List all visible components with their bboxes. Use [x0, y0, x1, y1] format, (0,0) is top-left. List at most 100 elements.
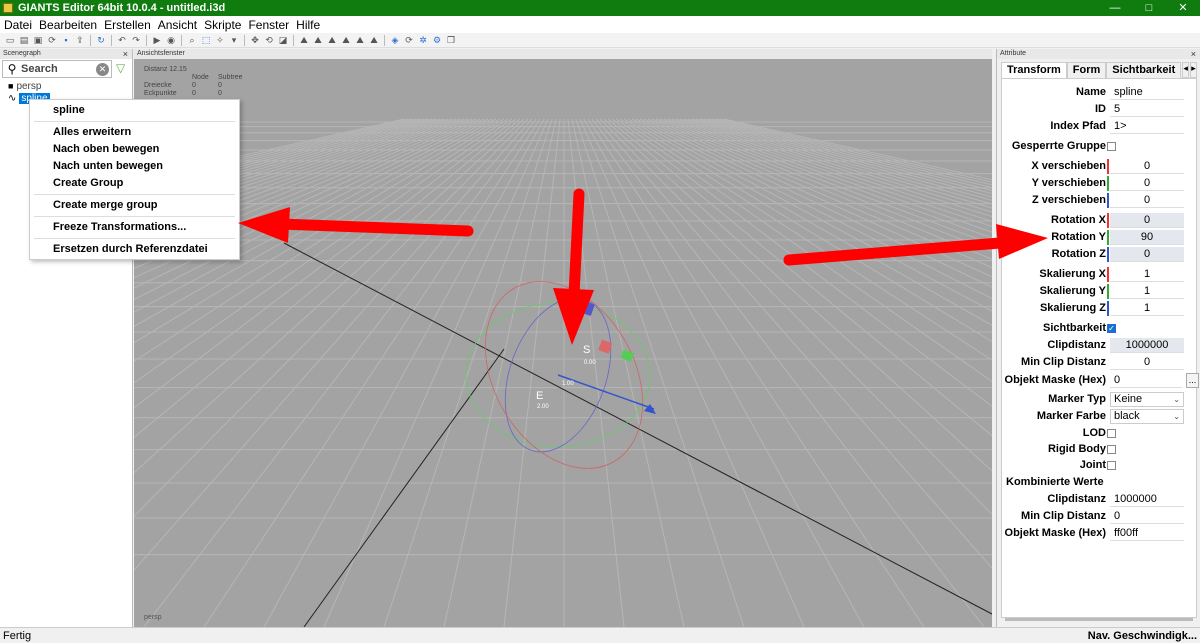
translate-z-field[interactable]: 0 — [1110, 193, 1184, 208]
translate-y-field[interactable]: 0 — [1110, 176, 1184, 191]
rotation-z-field[interactable]: 0 — [1110, 247, 1184, 262]
scale-x-field[interactable]: 1 — [1110, 267, 1184, 282]
object-mask-button[interactable]: ... — [1186, 373, 1199, 388]
close-panel-icon[interactable]: × — [123, 49, 128, 59]
redo-icon[interactable]: ↷ — [130, 35, 142, 46]
undo-icon[interactable]: ↶ — [116, 35, 128, 46]
scale-z-field[interactable]: 1 — [1110, 301, 1184, 316]
terrain-lower-icon[interactable]: ⛰ — [312, 35, 324, 46]
locked-group-checkbox[interactable] — [1107, 142, 1116, 151]
attr-label: Rotation X — [1051, 214, 1106, 226]
tab-scroll-right-icon[interactable]: ▸ — [1190, 62, 1197, 78]
rotation-x-field[interactable]: 0 — [1110, 213, 1184, 228]
menu-item-expand-all[interactable]: Alles erweitern — [53, 126, 131, 138]
menu-item-move-up[interactable]: Nach oben bewegen — [53, 143, 159, 155]
tab-form[interactable]: Form — [1066, 62, 1107, 78]
status-bar: Fertig Nav. Geschwindigk... — [0, 627, 1200, 643]
tab-visibility[interactable]: Sichtbarkeit — [1106, 62, 1182, 78]
maximize-button[interactable]: □ — [1132, 0, 1166, 16]
chevron-down-icon: ⌄ — [1173, 412, 1180, 421]
scale-icon[interactable]: ◪ — [277, 35, 289, 46]
scale-y-field[interactable]: 1 — [1110, 284, 1184, 299]
refresh-icon[interactable]: ↻ — [95, 35, 107, 46]
axis-x-marker — [1107, 213, 1109, 228]
menu-item-replace-by-reference[interactable]: Ersetzen durch Referenzdatei — [53, 243, 208, 255]
move-icon[interactable]: ✥ — [249, 35, 261, 46]
min-clip-distance-field[interactable]: 0 — [1110, 355, 1184, 370]
clip-distance-field[interactable]: 1000000 — [1110, 338, 1184, 353]
lasso-icon[interactable]: ✧ — [214, 35, 226, 46]
attr-row-marker-color: Marker Farbe black ⌄ — [1002, 409, 1198, 425]
eye-icon[interactable]: ◉ — [165, 35, 177, 46]
toolbar: ▭ ▤ ▣ ⟳ ▪ ⇪ ↻ ↶ ↷ ▶ ◉ ⌕ ⬚ ✧ ▾ ✥ ⟲ ◪ ⛰ ⛰ … — [0, 33, 1200, 48]
menu-item-freeze-transformations[interactable]: Freeze Transformations... — [53, 221, 186, 233]
copy-icon[interactable]: ❐ — [445, 35, 457, 46]
attr-row-index: Index Pfad 1> — [1002, 119, 1198, 135]
menu-bearbeiten[interactable]: Bearbeiten — [35, 18, 100, 32]
viewport-scene[interactable]: S 0.00 1.00 E 2.00 — [134, 59, 992, 627]
close-panel-icon[interactable]: × — [1191, 49, 1196, 59]
rotation-y-field[interactable]: 90 — [1110, 230, 1184, 245]
search-input[interactable]: ⚲ Search ✕ — [2, 60, 112, 78]
new-file-icon[interactable]: ▭ — [4, 35, 16, 46]
spline-start-label: S — [583, 344, 590, 356]
menu-hilfe[interactable]: Hilfe — [292, 18, 323, 32]
menu-item-move-down[interactable]: Nach unten bewegen — [53, 160, 163, 172]
terrain-raise-icon[interactable]: ⛰ — [298, 35, 310, 46]
horizontal-scrollbar[interactable] — [1005, 618, 1193, 621]
clear-search-icon[interactable]: ✕ — [96, 63, 109, 76]
translate-x-field[interactable]: 0 — [1110, 159, 1184, 174]
select-icon[interactable]: ⬚ — [200, 35, 212, 46]
attr-label: Y verschieben — [1031, 177, 1106, 189]
dropdown-caret-icon[interactable]: ▾ — [228, 35, 240, 46]
tab-scroll-left-icon[interactable]: ◂ — [1182, 62, 1190, 78]
settings-icon[interactable]: ✲ — [417, 35, 429, 46]
terrain-smooth-icon[interactable]: ⛰ — [326, 35, 338, 46]
joint-checkbox[interactable] — [1107, 461, 1116, 470]
tree-node-persp[interactable]: ■ persp — [8, 80, 50, 92]
play-icon[interactable]: ▶ — [151, 35, 163, 46]
material-icon[interactable]: ◈ — [389, 35, 401, 46]
attribute-form: Name spline ID 5 Index Pfad 1> Gesperrte… — [1001, 78, 1199, 618]
close-button[interactable]: ✕ — [1166, 0, 1200, 16]
rotate-icon[interactable]: ⟲ — [263, 35, 275, 46]
terrain-paint-icon[interactable]: ⛰ — [354, 35, 366, 46]
lod-checkbox[interactable] — [1107, 429, 1116, 438]
export-icon[interactable]: ⇪ — [74, 35, 86, 46]
menu-erstellen[interactable]: Erstellen — [100, 18, 154, 32]
tab-transform[interactable]: Transform — [1001, 62, 1067, 78]
name-field[interactable]: spline — [1110, 85, 1184, 100]
marker-color-value: black — [1114, 410, 1140, 422]
terrain-flatten-icon[interactable]: ⛰ — [340, 35, 352, 46]
chevron-down-icon: ⌄ — [1173, 395, 1180, 404]
menu-ansicht[interactable]: Ansicht — [154, 18, 200, 32]
import-icon[interactable]: ▣ — [32, 35, 44, 46]
scenegraph-title: Scenegraph × — [0, 49, 132, 59]
attr-row-joint: Joint — [1002, 458, 1198, 474]
object-mask-field[interactable]: 0 — [1110, 373, 1182, 388]
rigid-body-checkbox[interactable] — [1107, 445, 1116, 454]
marker-type-select[interactable]: Keine ⌄ — [1110, 392, 1184, 407]
reload-icon[interactable]: ⟳ — [46, 35, 58, 46]
marker-color-select[interactable]: black ⌄ — [1110, 409, 1184, 424]
minimize-button[interactable]: — — [1098, 0, 1132, 16]
foliage-paint-icon[interactable]: ⛰ — [368, 35, 380, 46]
menu-skripte[interactable]: Skripte — [200, 18, 244, 32]
menu-item-create-group[interactable]: Create Group — [53, 177, 123, 189]
menu-item-create-merge-group[interactable]: Create merge group — [53, 199, 158, 211]
menu-datei[interactable]: Datei — [0, 18, 35, 32]
toolbar-separator — [90, 34, 91, 46]
gear-icon[interactable]: ⚙ — [431, 35, 443, 46]
open-file-icon[interactable]: ▤ — [18, 35, 30, 46]
context-menu: spline Alles erweitern Nach oben bewegen… — [29, 99, 240, 260]
viewport-panel[interactable]: Ansichtsfenster S 0.00 1.00 E 2.00 Dista… — [134, 49, 992, 627]
filter-icon[interactable]: ▽ — [116, 61, 125, 75]
zoom-icon[interactable]: ⌕ — [186, 35, 198, 46]
camera-icon: ■ — [8, 81, 14, 91]
visibility-checkbox[interactable]: ✓ — [1107, 324, 1116, 333]
attr-row-ty: Y verschieben 0 — [1002, 176, 1198, 192]
menu-fenster[interactable]: Fenster — [244, 18, 292, 32]
save-icon[interactable]: ▪ — [60, 35, 72, 46]
sync-icon[interactable]: ⟳ — [403, 35, 415, 46]
context-menu-header: spline — [53, 104, 85, 116]
